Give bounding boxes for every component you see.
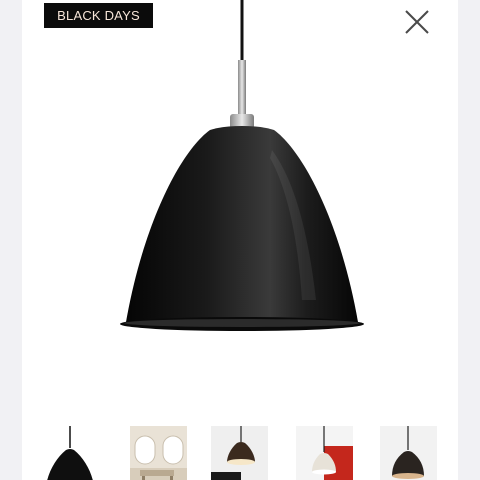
thumb-brown-lamp[interactable]: [211, 426, 268, 480]
thumb-red-wall-lamp[interactable]: [296, 426, 353, 480]
right-margin: [458, 0, 480, 480]
thumb-interior-room[interactable]: [130, 426, 187, 480]
thumb-copper-lamp[interactable]: [380, 426, 437, 480]
thumbnail-strip: [22, 420, 458, 480]
close-icon[interactable]: [403, 8, 431, 36]
left-margin: [0, 0, 22, 480]
product-gallery-panel: BLACK DAYS: [22, 0, 458, 480]
thumb-black-lamp[interactable]: [42, 426, 99, 480]
black-pendant-lamp-image: [102, 0, 382, 345]
